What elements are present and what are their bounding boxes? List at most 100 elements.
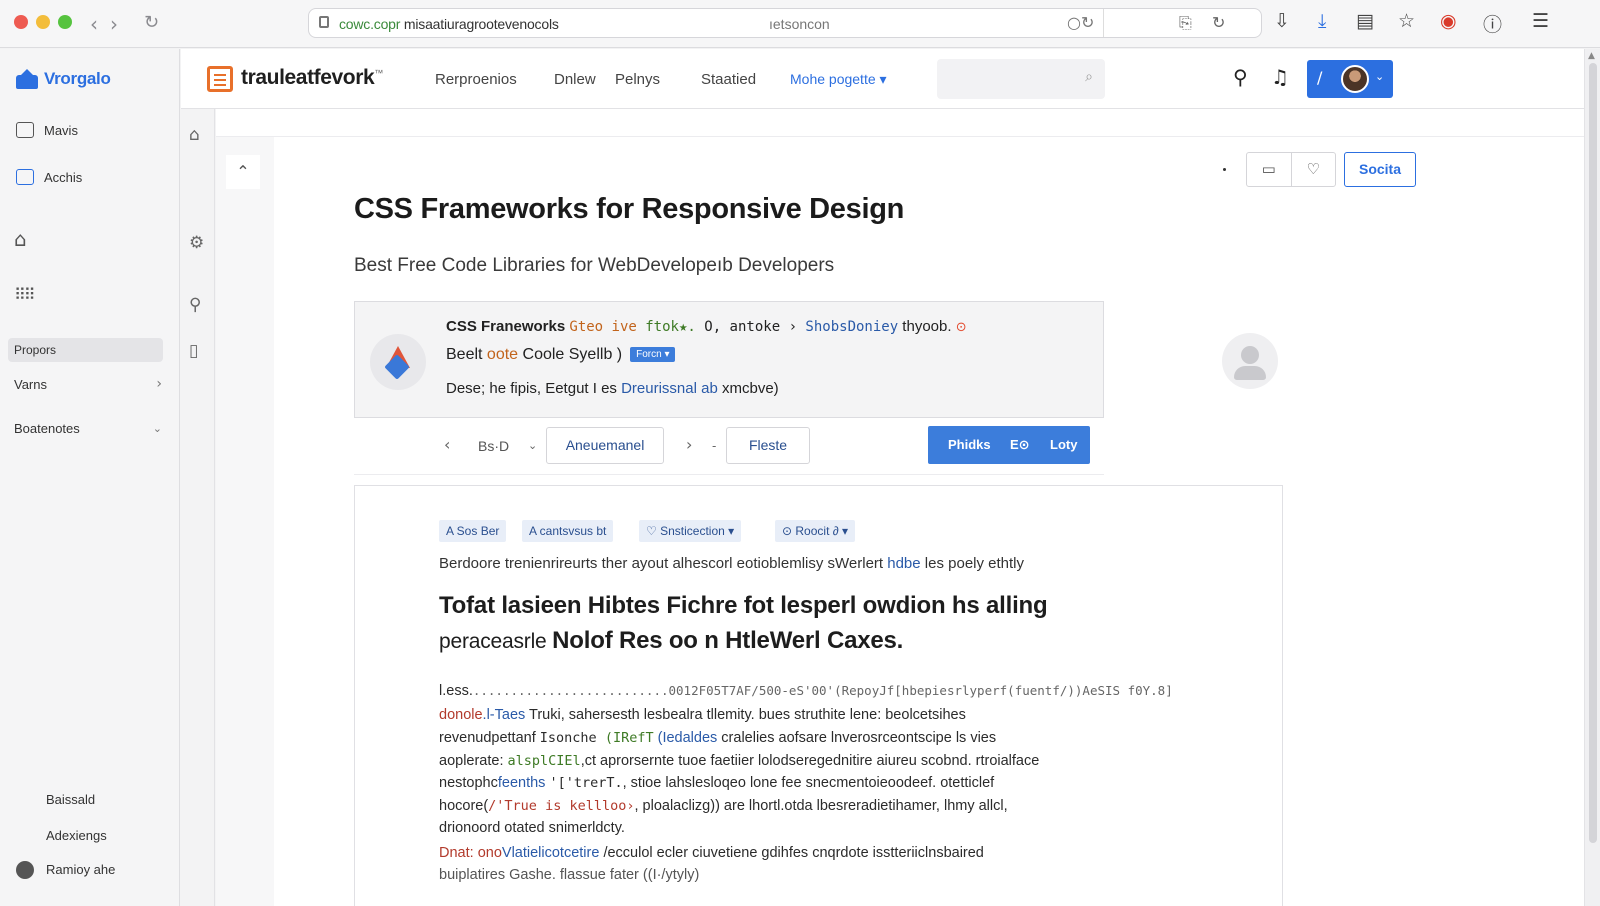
gear-icon[interactable]: ⚙	[189, 233, 204, 253]
code-line: aoplerate: alsplCIEl,ct aprorsernte tuoe…	[439, 753, 1040, 769]
code-line: drionoord otated snimerldcty.	[439, 820, 625, 836]
chevron-right-icon[interactable]: ›	[686, 435, 692, 454]
chevron-down-icon[interactable]: ⌄	[528, 439, 537, 452]
close-window-button[interactable]	[14, 15, 28, 29]
sidebar-footer-item[interactable]: Baissald	[46, 792, 95, 807]
search-icon[interactable]: ⚲	[1233, 65, 1248, 89]
list-view-icon[interactable]: ▭	[1247, 153, 1292, 186]
user-menu-button[interactable]: / ⌄	[1307, 60, 1393, 98]
card-line-2: Beelt oote Coole Syellb ) Forcn ▾	[446, 346, 676, 364]
sidebar-item-label: Acchis	[44, 169, 83, 185]
code-line: l.ess...........................0012F05T…	[439, 683, 1173, 699]
code-line: donole.l-Taes Truki, sahersesth lesbealr…	[439, 707, 966, 723]
chevron-right-icon: ›	[156, 376, 162, 392]
heart-icon[interactable]: ♡	[1292, 153, 1336, 186]
maximize-window-button[interactable]	[58, 15, 72, 29]
article-lead: Berdoore trenienrireurts ther ayout alhe…	[439, 555, 1025, 572]
view-toggle-group: ▭ ♡	[1246, 152, 1336, 187]
info-icon[interactable]: ⓘ	[1483, 10, 1502, 37]
nav-link-more-dropdown[interactable]: Mohe pogette ▾	[790, 71, 887, 88]
app-name[interactable]: trauleatfevork™	[241, 66, 383, 90]
address-center-text: ıetsoncon	[769, 16, 830, 32]
page-scrollbar[interactable]: ▲	[1584, 49, 1600, 906]
page-icon[interactable]: ▯	[189, 341, 198, 361]
article-action-bar: ‹ Bs·D ⌄ Aneuemanel › - Fleste Phidks E⊙…	[354, 419, 1104, 475]
header-search-input[interactable]: ⌕	[937, 59, 1105, 99]
reader-reload-icon[interactable]: ○↻	[1067, 13, 1094, 32]
downloads-icon[interactable]: ⇩	[1274, 10, 1290, 32]
scroll-up-icon[interactable]: ▲	[1588, 51, 1595, 61]
tag-chip[interactable]: A cantsvsus bt	[522, 520, 614, 542]
nav-link-rerproenios[interactable]: Rerproenios	[435, 71, 517, 88]
sidebar-item-acchis[interactable]: Acchis	[16, 169, 82, 185]
nav-link-dnlew[interactable]: Dnlew	[554, 71, 596, 88]
chevron-down-icon: ⌄	[152, 422, 162, 435]
card-line-3: Dese; he fipis, Eetgut I es Dreurissnal …	[446, 380, 779, 397]
app-logo-icon	[207, 66, 233, 92]
scrollbar-thumb[interactable]	[1589, 63, 1597, 843]
sidebar-item-mavis[interactable]: Mavis	[16, 122, 78, 138]
code-line: nestophcfeenths '['trerT., stioe lahsles…	[439, 775, 995, 791]
tag-chip[interactable]: A Sos Ber	[439, 520, 507, 542]
fleste-button[interactable]: Fleste	[726, 427, 810, 464]
address-bar[interactable]: cowc.copr misaatiuragrootevenocols ıetso…	[308, 8, 1262, 38]
sidebar-footer-item[interactable]: Adexiengs	[46, 828, 107, 843]
page-subtitle: Best Free Code Libraries for WebDevelope…	[354, 255, 835, 276]
apps-grid-icon[interactable]: ⠿⠿	[14, 285, 35, 304]
nav-link-staatied[interactable]: Staatied	[701, 71, 756, 88]
document-icon[interactable]: ▤	[1356, 10, 1374, 32]
nav-link-pelnys[interactable]: Pelnys	[615, 71, 660, 88]
code-line: buiplatires Gashe. flassue fater ((I·/yt…	[439, 867, 700, 883]
collapse-up-icon[interactable]: ⌃	[226, 155, 260, 189]
primary-action-label: Phidks	[948, 437, 991, 452]
tag-chip-dropdown[interactable]: ⊙ Roocit ∂ ▾	[775, 520, 856, 542]
home-icon[interactable]: ⌂	[189, 125, 200, 145]
article-headline-2: peraceasrle Nolof Res oo n HtleWerl Caxe…	[439, 627, 904, 654]
back-icon[interactable]: ‹	[90, 12, 98, 36]
sidebar-item-varns[interactable]: Varns ›	[14, 376, 164, 392]
brand-logo-icon	[16, 69, 38, 89]
sidebar-item-label: Varns	[14, 377, 47, 392]
share-icon[interactable]: ⎘	[1179, 13, 1192, 33]
option-button[interactable]: Aneuemanel	[546, 427, 664, 464]
sub-toolbar	[216, 109, 1584, 137]
dash-icon: -	[712, 439, 717, 453]
device-icon[interactable]: ⚲	[189, 295, 201, 315]
refresh-icon[interactable]: ↻	[1212, 13, 1225, 32]
article-tools: ▭ ♡ Socita	[1223, 152, 1416, 187]
page-title: CSS Frameworks for Responsive Design	[354, 193, 905, 225]
warning-icon[interactable]: ⊙	[956, 319, 967, 334]
primary-action-label-2: Loty	[1050, 437, 1078, 452]
forward-icon[interactable]: ›	[110, 12, 118, 36]
primary-action-button[interactable]: Phidks E⊙ Loty	[928, 426, 1090, 464]
sidebar-footer-item[interactable]: Ramioy ahe	[46, 862, 115, 877]
more-dot-icon[interactable]	[1223, 168, 1226, 171]
author-avatar[interactable]	[1222, 333, 1278, 389]
format-tag[interactable]: Forcn ▾	[630, 347, 676, 362]
lock-icon	[319, 16, 329, 28]
notification-bell-icon[interactable]: ♫	[1271, 65, 1289, 89]
reload-icon[interactable]: ↻	[144, 12, 159, 33]
left-sidebar: Vrorgalo Mavis Acchis ⌂ ⠿⠿ Propors Varns…	[0, 49, 180, 906]
framework-logo-icon	[370, 334, 426, 390]
chevron-down-icon: ⌄	[1375, 70, 1385, 83]
pager-text: Bs·D	[478, 438, 510, 454]
framework-summary-card: CSS Franeworks Gteo ive ftok★. O, antoke…	[354, 301, 1104, 418]
pin-icon[interactable]: ⤓	[1318, 10, 1326, 32]
home-icon[interactable]: ⌂	[14, 227, 27, 251]
browser-toolbar: ‹ › ↻ cowc.copr misaatiuragrootevenocols…	[0, 0, 1600, 48]
sidebar-item-boatenotes[interactable]: Boatenotes ⌄	[14, 421, 164, 436]
tag-chip-dropdown[interactable]: ♡ Snsticection ▾	[639, 520, 742, 542]
sidebar-item-label: Propors	[14, 343, 57, 357]
social-button[interactable]: Socita	[1344, 152, 1416, 187]
sidebar-item-label: Boatenotes	[14, 421, 80, 436]
avatar	[1341, 65, 1369, 93]
minimize-window-button[interactable]	[36, 15, 50, 29]
chevron-left-icon[interactable]: ‹	[444, 435, 450, 454]
extension-icon[interactable]: ◉	[1440, 10, 1457, 32]
app-header: trauleatfevork™ Rerproenios Dnlew Pelnys…	[181, 49, 1584, 109]
sidebar-item-propors[interactable]: Propors	[8, 338, 163, 362]
menu-icon[interactable]: ☰	[1532, 10, 1549, 32]
sidebar-brand[interactable]: Vrorgalo	[16, 69, 111, 89]
star-icon[interactable]: ☆	[1398, 10, 1415, 32]
